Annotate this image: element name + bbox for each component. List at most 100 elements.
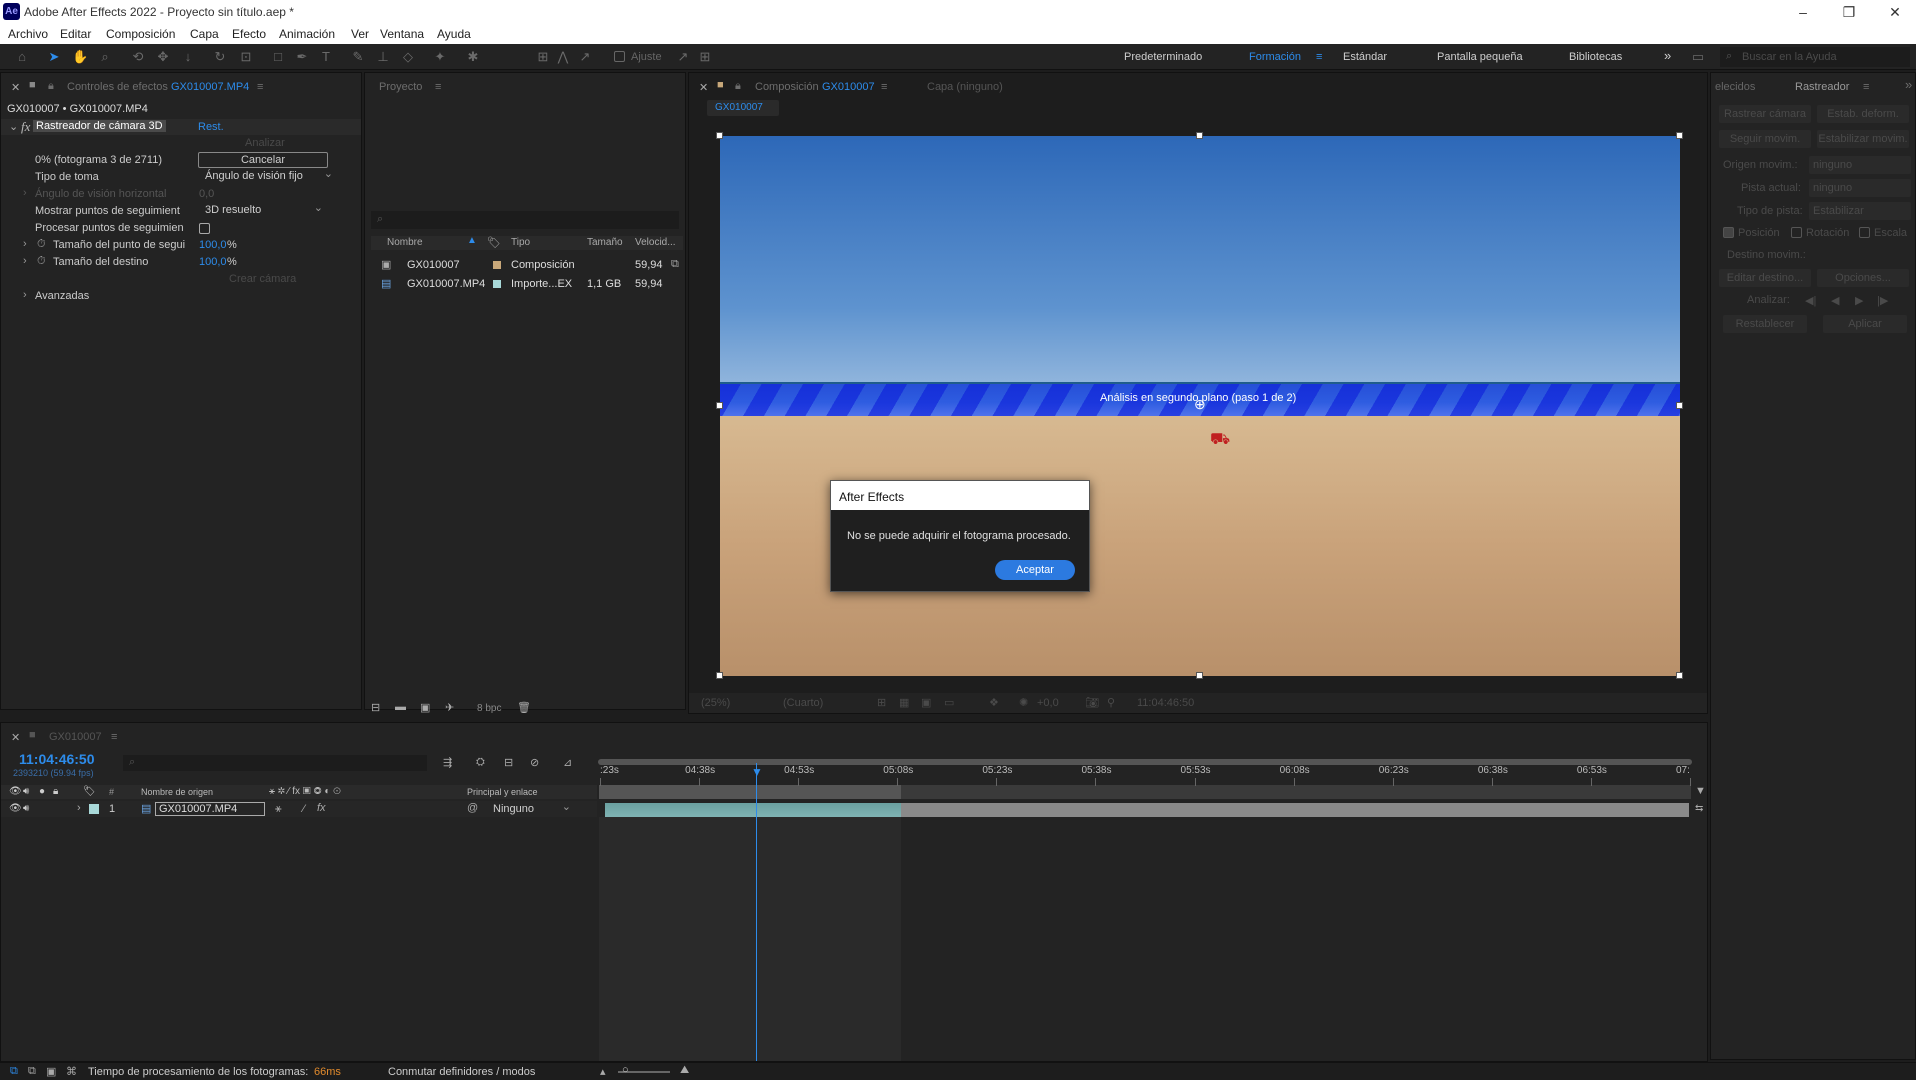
more-panels-icon[interactable]: » xyxy=(1905,77,1912,92)
fx-icon[interactable]: fx xyxy=(21,119,30,135)
workspace-estandar[interactable]: Estándar xyxy=(1343,51,1387,63)
exposure-value[interactable]: +0,0 xyxy=(1037,697,1059,709)
time-stretch-icon[interactable]: ⇆ xyxy=(1695,803,1703,814)
exposure-icon[interactable]: ✺ xyxy=(1019,696,1028,709)
layer-tab[interactable]: Capa (ninguno) xyxy=(927,81,1003,93)
tab-seleccionados[interactable]: elecidos xyxy=(1715,81,1755,93)
composition-tab-label[interactable]: Composición xyxy=(755,81,819,93)
rotation-checkbox[interactable] xyxy=(1791,227,1802,238)
hand-tool-icon[interactable]: ✋ xyxy=(72,49,88,65)
zoom-tool-icon[interactable]: ⌕ xyxy=(97,49,113,65)
expand-target-size-icon[interactable]: › xyxy=(23,255,27,267)
comp-mini-flowchart-icon[interactable]: ⇶ xyxy=(443,756,452,769)
panel-close-icon[interactable]: ✕ xyxy=(11,81,20,94)
analyze-back-icon[interactable]: ◀| xyxy=(1805,294,1816,307)
solo-icon[interactable]: ● xyxy=(39,786,45,797)
eye-icon[interactable]: 👁︎ xyxy=(9,786,22,797)
orbit-tool-icon[interactable]: ⟲ xyxy=(130,49,146,65)
menu-efecto[interactable]: Efecto xyxy=(232,27,266,41)
apply-button[interactable]: Aplicar xyxy=(1823,315,1907,333)
show-snapshot-icon[interactable]: ⚲ xyxy=(1107,696,1115,709)
region-icon[interactable]: ▭ xyxy=(944,696,954,709)
transform-handle[interactable] xyxy=(1196,132,1203,139)
color-channel-icon[interactable]: ❖ xyxy=(989,696,999,709)
layer-bar[interactable] xyxy=(901,803,1689,817)
toggle-switches-modes-button[interactable]: Conmutar definidores / modos xyxy=(388,1066,535,1078)
expand-layer-icon[interactable]: › xyxy=(77,802,81,814)
workspace-predeterminado[interactable]: Predeterminado xyxy=(1124,51,1202,63)
panel-close-icon[interactable]: ✕ xyxy=(11,731,20,744)
pick-whip-icon[interactable]: @ xyxy=(467,802,478,814)
resolution-dropdown[interactable]: (Cuarto) xyxy=(783,697,823,709)
stopwatch-icon[interactable]: ⏱︎ xyxy=(37,255,46,268)
label-tag-icon[interactable]: 🏷︎ xyxy=(487,236,501,249)
scale-checkbox[interactable] xyxy=(1859,227,1870,238)
transform-handle[interactable] xyxy=(716,132,723,139)
layer-bar-cached[interactable] xyxy=(605,803,901,817)
lock-icon[interactable]: 🔒︎ xyxy=(735,80,741,93)
zoom-out-icon[interactable]: ▴ xyxy=(600,1065,606,1078)
mask-icon[interactable]: ▣ xyxy=(921,696,931,709)
playhead-icon[interactable]: ▼ xyxy=(751,765,763,779)
menu-capa[interactable]: Capa xyxy=(190,27,219,41)
position-checkbox[interactable] xyxy=(1723,227,1734,238)
menu-editar[interactable]: Editar xyxy=(60,27,91,41)
panel-layout-icon[interactable]: ▭ xyxy=(1690,49,1706,65)
workspace-formacion[interactable]: Formación xyxy=(1249,51,1301,63)
expand-fov-icon[interactable]: › xyxy=(23,187,27,199)
brush-tool-icon[interactable]: ✎ xyxy=(350,49,366,65)
collapse-switch-icon[interactable]: ⚹ xyxy=(275,803,282,816)
snap-grid-icon[interactable]: ⊞ xyxy=(697,49,713,65)
parent-dropdown[interactable]: Ninguno xyxy=(487,800,575,817)
work-area-bar[interactable] xyxy=(599,785,901,799)
distribute-icon[interactable]: ⋀ xyxy=(555,49,571,65)
transparency-grid-icon[interactable]: ▦ xyxy=(899,696,909,709)
transform-handle[interactable] xyxy=(1196,672,1203,679)
track-type-dropdown[interactable]: Estabilizar xyxy=(1809,202,1911,220)
source-name-header[interactable]: Nombre de origen xyxy=(141,787,213,797)
switches-icon[interactable]: ▣ xyxy=(46,1065,56,1078)
anchor-point-icon[interactable]: ⊕ xyxy=(1194,396,1206,413)
analyze-forward-icon[interactable]: ▶ xyxy=(1855,294,1863,307)
point-size-value[interactable]: 100,0 xyxy=(199,239,227,251)
shot-type-dropdown[interactable]: Ángulo de visión fijo xyxy=(199,167,337,184)
comp-flow-chip[interactable]: GX010007 xyxy=(707,100,779,116)
anchor-tool-icon[interactable]: ⊡ xyxy=(238,49,254,65)
puppet-tool-icon[interactable]: ✱ xyxy=(465,49,481,65)
col-name[interactable]: Nombre xyxy=(387,237,423,248)
fx-switch-icon[interactable]: fx xyxy=(317,802,326,814)
show-points-dropdown[interactable]: 3D resuelto xyxy=(199,201,327,218)
minimize-icon[interactable]: – xyxy=(1788,2,1818,22)
shy-layers-icon[interactable]: ⊟ xyxy=(504,756,513,769)
timeline-tab[interactable]: GX010007 xyxy=(49,731,102,743)
warp-stabilizer-button[interactable]: Estab. deform. xyxy=(1817,105,1909,123)
stabilize-motion-button[interactable]: Estabilizar movim. xyxy=(1817,130,1909,148)
layer-name[interactable]: GX010007.MP4 xyxy=(155,802,265,816)
project-tab[interactable]: Proyecto xyxy=(379,81,422,93)
trash-icon[interactable]: 🗑︎ xyxy=(517,701,531,714)
col-fps[interactable]: Velocid... xyxy=(635,237,676,248)
menu-ayuda[interactable]: Ayuda xyxy=(437,27,471,41)
render-points-checkbox[interactable] xyxy=(199,223,210,234)
composition-viewer[interactable]: Análisis en segundo plano (paso 1 de 2) … xyxy=(720,136,1680,676)
interpret-footage-icon[interactable]: ⊟ xyxy=(371,701,380,714)
analyze-button[interactable]: Analizar xyxy=(245,137,285,149)
tracker-tab[interactable]: Rastreador xyxy=(1795,81,1849,93)
track-camera-button[interactable]: Rastrear cámara xyxy=(1719,105,1811,123)
col-type[interactable]: Tipo xyxy=(511,237,530,248)
list-item[interactable]: ▤ GX010007.MP4 Importe...EX 1,1 GB 59,94 xyxy=(371,276,683,293)
expand-advanced-icon[interactable]: › xyxy=(23,289,27,301)
rectangle-tool-icon[interactable]: □ xyxy=(270,49,286,65)
target-size-value[interactable]: 100,0 xyxy=(199,256,227,268)
parent-link-header[interactable]: Principal y enlace xyxy=(467,787,538,797)
effect-name[interactable]: Rastreador de cámara 3D xyxy=(33,120,166,132)
track-motion-button[interactable]: Seguir movim. xyxy=(1719,130,1811,148)
menu-composicion[interactable]: Composición xyxy=(106,27,175,41)
project-search[interactable]: ⌕ xyxy=(371,211,679,229)
fit-icon[interactable]: ⊞ xyxy=(877,696,886,709)
effect-controls-tab-label[interactable]: Controles de efectos xyxy=(67,81,168,93)
panel-menu-icon[interactable]: ≡ xyxy=(111,731,117,743)
panel-menu-icon[interactable]: ≡ xyxy=(1863,81,1869,93)
dolly-tool-icon[interactable]: ↓ xyxy=(180,49,196,65)
cancel-analysis-button[interactable]: Cancelar xyxy=(198,152,328,168)
